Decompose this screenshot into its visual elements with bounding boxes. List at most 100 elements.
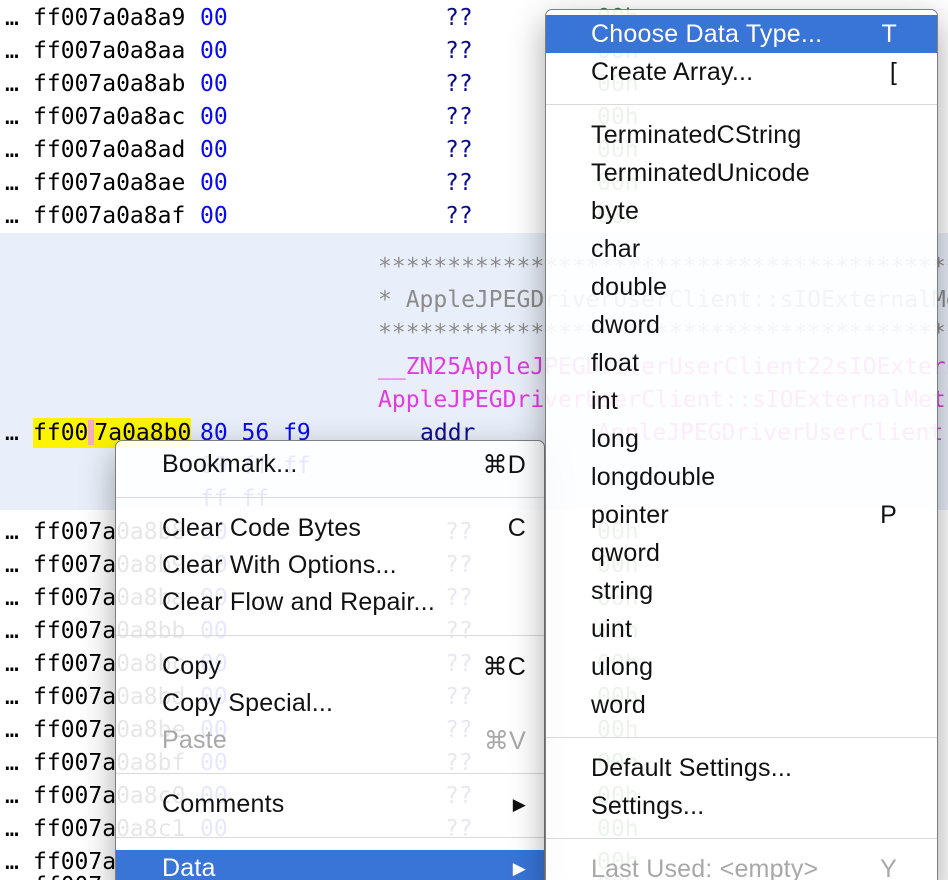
menu-item-copy-special[interactable]: Copy Special... (116, 685, 544, 722)
address-prefix: … (5, 36, 19, 66)
submenu-arrow-icon: ▶ (513, 859, 526, 879)
menu-item-label: Clear Code Bytes (162, 514, 492, 543)
menu-item-label: dword (591, 311, 897, 340)
address-prefix: … (5, 814, 19, 844)
address-cell: ff007a0a8ac (33, 102, 185, 132)
menu-item-comments[interactable]: Comments▶ (116, 786, 544, 823)
menu-item-word[interactable]: word (546, 686, 937, 724)
menu-item-label: Bookmark... (162, 450, 467, 479)
menu-item-double[interactable]: double (546, 268, 937, 306)
menu-item-label: Comments (162, 790, 501, 819)
address-prefix: … (5, 715, 19, 745)
mnemonic-cell: ?? (445, 69, 473, 99)
menu-item-byte[interactable]: byte (546, 192, 937, 230)
menu-item-label: Data (162, 854, 501, 880)
menu-item-longdouble[interactable]: longdouble (546, 458, 937, 496)
menu-item-label: Last Used: <empty> (591, 855, 864, 880)
mnemonic-cell: ?? (445, 168, 473, 198)
menu-item-shortcut: ⌘C (483, 652, 526, 682)
menu-item-label: Default Settings... (591, 754, 897, 783)
menu-separator (116, 759, 544, 786)
menu-separator (116, 483, 544, 510)
menu-item-create-array[interactable]: Create Array...[ (546, 53, 937, 91)
address-prefix: … (5, 135, 19, 165)
address-prefix: … (5, 781, 19, 811)
menu-separator (116, 823, 544, 850)
menu-item-float[interactable]: float (546, 344, 937, 382)
menu-item-clear-with-options[interactable]: Clear With Options... (116, 547, 544, 584)
menu-item-qword[interactable]: qword (546, 534, 937, 572)
menu-item-terminatedcstring[interactable]: TerminatedCString (546, 116, 937, 154)
address-prefix: … (5, 583, 19, 613)
menu-item-default-settings[interactable]: Default Settings... (546, 749, 937, 787)
address-prefix: … (5, 748, 19, 778)
address-prefix: … (5, 418, 19, 448)
menu-separator (116, 621, 544, 648)
address-prefix: … (5, 871, 19, 880)
menu-item-long[interactable]: long (546, 420, 937, 458)
text-cursor (88, 420, 94, 445)
menu-item-string[interactable]: string (546, 572, 937, 610)
menu-item-settings[interactable]: Settings... (546, 787, 937, 825)
address-prefix: … (5, 616, 19, 646)
menu-item-data[interactable]: Data ▶ (116, 850, 544, 880)
address-prefix: … (5, 649, 19, 679)
menu-item-uint[interactable]: uint (546, 610, 937, 648)
context-menu: Bookmark... ⌘D Clear Code BytesCClear With… (115, 440, 545, 880)
bytes-cell: 00 (200, 36, 228, 66)
bytes-cell: 00 (200, 135, 228, 165)
menu-separator (546, 825, 937, 850)
address-cell: ff007a0a8ad (33, 135, 185, 165)
menu-item-label: int (591, 387, 897, 416)
bytes-cell: 00 (200, 102, 228, 132)
bytes-cell: 00 (200, 168, 228, 198)
menu-item-shortcut: ⌘D (483, 450, 526, 480)
menu-item-label: Paste (162, 726, 468, 755)
menu-item-shortcut: ⌘V (484, 726, 526, 756)
menu-item-bookmark[interactable]: Bookmark... ⌘D (116, 446, 544, 483)
menu-item-label: byte (591, 197, 897, 226)
address-prefix: … (5, 3, 19, 33)
mnemonic-cell: ?? (445, 36, 473, 66)
menu-item-label: Clear Flow and Repair... (162, 588, 526, 617)
menu-item-label: pointer (591, 501, 864, 530)
menu-item-ulong[interactable]: ulong (546, 648, 937, 686)
disassembler-window: …ff007a0a8a900??00h…ff007a0a8aa00??00h…f… (0, 0, 948, 880)
menu-item-paste: Paste ⌘V (116, 722, 544, 759)
bytes-cell: 00 (200, 69, 228, 99)
menu-item-label: long (591, 425, 897, 454)
menu-item-terminatedunicode[interactable]: TerminatedUnicode (546, 154, 937, 192)
address-prefix: … (5, 682, 19, 712)
bytes-cell: 00 (200, 201, 228, 231)
address-prefix: … (5, 69, 19, 99)
menu-item-label: Copy (162, 652, 467, 681)
menu-item-char[interactable]: char (546, 230, 937, 268)
menu-separator (546, 724, 937, 749)
menu-item-label: TerminatedCString (591, 121, 897, 150)
address-cell: ff007a0a8af (33, 201, 185, 231)
menu-item-shortcut: T (882, 20, 897, 49)
menu-item-pointer[interactable]: pointer P (546, 496, 937, 534)
menu-item-label: longdouble (591, 463, 897, 492)
menu-item-clear-code-bytes[interactable]: Clear Code BytesC (116, 510, 544, 547)
menu-item-dword[interactable]: dword (546, 306, 937, 344)
menu-item-label: Copy Special... (162, 689, 526, 718)
mnemonic-cell: ?? (445, 102, 473, 132)
menu-item-copy[interactable]: Copy ⌘C (116, 648, 544, 685)
menu-item-choose-data-type[interactable]: Choose Data Type... T (546, 15, 937, 53)
menu-item-int[interactable]: int (546, 382, 937, 420)
menu-item-label: float (591, 349, 897, 378)
address-prefix: … (5, 550, 19, 580)
menu-item-clear-flow-and-repair[interactable]: Clear Flow and Repair... (116, 584, 544, 621)
address-prefix: … (5, 168, 19, 198)
menu-item-label: char (591, 235, 897, 264)
menu-item-label: Choose Data Type... (591, 20, 866, 49)
address-prefix: … (5, 201, 19, 231)
menu-separator (546, 91, 937, 116)
address-prefix: … (5, 102, 19, 132)
menu-item-shortcut: P (880, 501, 897, 530)
address-cell: ff007a0a8ab (33, 69, 185, 99)
mnemonic-cell: ?? (445, 201, 473, 231)
menu-item-shortcut: Y (880, 855, 897, 880)
data-type-submenu: Choose Data Type... T Create Array...[ Term… (545, 9, 938, 880)
